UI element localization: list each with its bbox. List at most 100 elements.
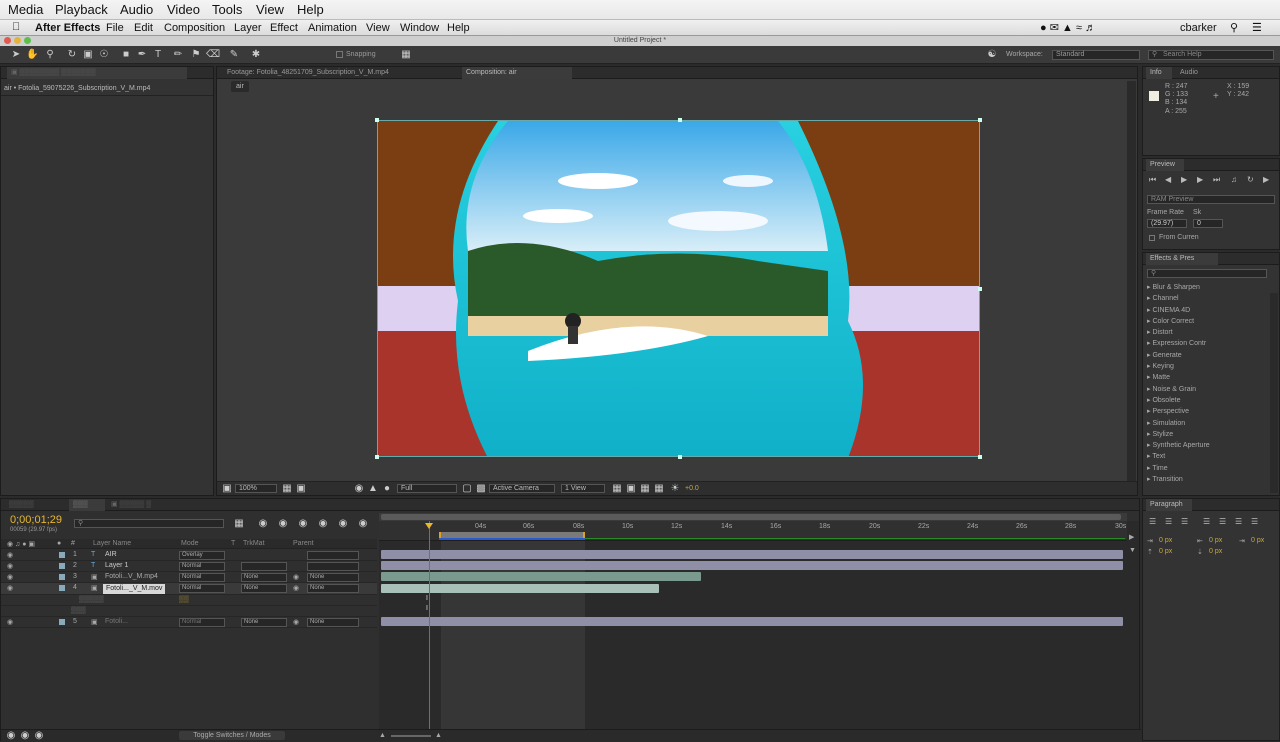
time-navigator[interactable] bbox=[379, 513, 1127, 521]
timeline-options-icon[interactable]: ▶ bbox=[1129, 533, 1134, 541]
camera-tool-icon[interactable]: ▣ bbox=[82, 49, 94, 61]
rotate-tool-icon[interactable]: ↻ bbox=[66, 49, 78, 61]
menu-layer[interactable]: Layer bbox=[234, 22, 262, 34]
maximize-window-button[interactable] bbox=[24, 37, 31, 44]
layer-bar[interactable] bbox=[381, 550, 1123, 559]
first-frame-icon[interactable]: ⏮ bbox=[1149, 175, 1156, 185]
fast-previews-icon[interactable]: ▣ bbox=[625, 483, 637, 495]
viewer-scrollbar[interactable] bbox=[1127, 81, 1136, 481]
justify-right-icon[interactable]: ☰ bbox=[1235, 517, 1242, 526]
comp-mini-flowchart-icon[interactable]: ▦ bbox=[233, 518, 245, 530]
next-frame-icon[interactable]: ▶ bbox=[1197, 175, 1203, 184]
snapshot-icon[interactable]: ◉ bbox=[353, 483, 365, 495]
menu-edit[interactable]: Edit bbox=[134, 22, 153, 34]
last-frame-icon[interactable]: ⏭ bbox=[1213, 175, 1220, 185]
menu-help[interactable]: Help bbox=[447, 22, 470, 34]
mute-audio-icon[interactable]: ♫ bbox=[1231, 175, 1237, 184]
snapping-checkbox[interactable] bbox=[336, 51, 343, 58]
pan-behind-tool-icon[interactable]: ☉ bbox=[98, 49, 110, 61]
pickwhip-icon[interactable]: ◉ bbox=[293, 573, 299, 581]
tab-comp-timeline[interactable]: ▣ ▒▒▒▒▒ ▒ bbox=[107, 499, 157, 511]
pickwhip-icon[interactable]: ◉ bbox=[293, 584, 299, 592]
frame-handle-br[interactable] bbox=[978, 455, 982, 459]
label-color-swatch[interactable] bbox=[59, 585, 65, 591]
visibility-icon[interactable]: ◉ bbox=[7, 562, 13, 570]
label-color-swatch[interactable] bbox=[59, 574, 65, 580]
ram-preview-select[interactable]: RAM Preview bbox=[1147, 195, 1275, 204]
timeline-collapse-icon[interactable]: ▼ bbox=[1129, 547, 1136, 554]
layer-name[interactable]: Fotoli...V_M.mp4 bbox=[105, 573, 158, 580]
effect-category[interactable]: ▸ Synthetic Aperture bbox=[1143, 441, 1273, 452]
tab-footage[interactable]: Footage: Fotolia_48251709_Subscription_V… bbox=[223, 67, 443, 79]
menu-video[interactable]: Video bbox=[167, 2, 200, 17]
eraser-tool-icon[interactable]: ⌫ bbox=[206, 49, 220, 61]
keyframe-marker[interactable]: I bbox=[426, 605, 428, 612]
effect-category[interactable]: ▸ Distort bbox=[1143, 328, 1273, 339]
zoom-slider-track[interactable] bbox=[391, 735, 431, 737]
snapping-options-icon[interactable]: ▦ bbox=[400, 49, 412, 61]
frame-handle-tc[interactable] bbox=[678, 118, 682, 122]
time-navigator-bar[interactable] bbox=[381, 514, 1121, 520]
menu-animation[interactable]: Animation bbox=[308, 22, 357, 34]
layer-mode-select[interactable]: Normal bbox=[179, 584, 225, 593]
frame-rate-select[interactable]: (29.97) bbox=[1147, 219, 1187, 228]
menu-window[interactable]: Window bbox=[400, 22, 439, 34]
tab-info[interactable]: Info bbox=[1146, 67, 1172, 79]
layer-trkmat-select[interactable]: None bbox=[241, 584, 287, 593]
show-snapshot-icon[interactable]: ▲ bbox=[367, 483, 379, 495]
menu-view[interactable]: View bbox=[366, 22, 390, 34]
indent-left-value[interactable]: 0 px bbox=[1159, 537, 1172, 544]
menu-playback[interactable]: Playback bbox=[55, 2, 108, 17]
current-timecode[interactable]: 0;00;01;29 bbox=[10, 514, 62, 526]
safe-margins-icon[interactable]: ▦ bbox=[281, 483, 293, 495]
effects-search-input[interactable]: ⚲ bbox=[1147, 269, 1267, 278]
label-color-swatch[interactable] bbox=[59, 563, 65, 569]
zoom-in-icon[interactable]: ▲ bbox=[435, 732, 442, 739]
layer-mode-select[interactable]: Overlay bbox=[179, 551, 225, 560]
ram-preview-icon[interactable]: ▶ bbox=[1263, 175, 1269, 184]
comp-navigator-tab[interactable]: air bbox=[231, 81, 249, 92]
layer-parent-select[interactable] bbox=[307, 551, 359, 560]
toggle-switches-modes-button[interactable]: Toggle Switches / Modes bbox=[179, 731, 285, 740]
always-preview-icon[interactable]: ▣ bbox=[221, 483, 233, 495]
layer-parent-select[interactable]: None bbox=[307, 618, 359, 627]
motion-blur-icon[interactable]: ◉ bbox=[317, 518, 329, 530]
tab-effects-presets[interactable]: Effects & Pres bbox=[1146, 253, 1218, 265]
effect-category[interactable]: ▸ Expression Contr bbox=[1143, 339, 1273, 350]
selection-tool-icon[interactable]: ➤ bbox=[10, 49, 22, 61]
justify-left-icon[interactable]: ☰ bbox=[1203, 517, 1210, 526]
align-center-icon[interactable]: ☰ bbox=[1165, 517, 1172, 526]
layer-bar[interactable] bbox=[381, 561, 1123, 570]
effects-scrollbar[interactable] bbox=[1270, 293, 1278, 493]
draft-3d-icon[interactable]: ◉ bbox=[257, 518, 269, 530]
shy-layers-icon[interactable]: ◉ bbox=[277, 518, 289, 530]
previous-frame-icon[interactable]: ◀ bbox=[1165, 175, 1171, 184]
exposure-icon[interactable]: ☀ bbox=[669, 483, 681, 495]
rectangle-tool-icon[interactable]: ■ bbox=[120, 49, 132, 61]
views-select[interactable]: 1 View bbox=[561, 484, 605, 493]
layer-name-column[interactable]: Layer Name bbox=[93, 540, 131, 547]
workspace-select[interactable]: Standard bbox=[1052, 50, 1140, 60]
effect-category[interactable]: ▸ Color Correct bbox=[1143, 317, 1273, 328]
time-ruler[interactable]: 04s 06s 08s 10s 12s 14s 16s 18s 20s 22s … bbox=[379, 521, 1127, 541]
layer-row-selected[interactable]: ◉ 4 ▣ Fotoli..._V_M.mov Normal None ◉ No… bbox=[1, 583, 377, 595]
brush-tool-icon[interactable]: ✏ bbox=[172, 49, 184, 61]
tab-audio[interactable]: Audio bbox=[1176, 67, 1206, 79]
keyframe-marker[interactable]: I bbox=[426, 595, 428, 602]
effect-category[interactable]: ▸ Blur & Sharpen bbox=[1143, 283, 1273, 294]
space-after-value[interactable]: 0 px bbox=[1209, 548, 1222, 555]
property-value[interactable]: ▒▒ bbox=[179, 596, 189, 603]
timeline-area[interactable]: 04s 06s 08s 10s 12s 14s 16s 18s 20s 22s … bbox=[379, 513, 1127, 729]
effect-category[interactable]: ▸ Matte bbox=[1143, 373, 1273, 384]
close-window-button[interactable] bbox=[4, 37, 11, 44]
resolution-select[interactable]: Full bbox=[397, 484, 457, 493]
skip-field[interactable]: 0 bbox=[1193, 219, 1223, 228]
layer-property-row[interactable]: ▒▒▒ bbox=[1, 606, 377, 617]
effect-category[interactable]: ▸ Generate bbox=[1143, 351, 1273, 362]
tab-project[interactable]: ▣ ▒▒▒▒▒▒▒▒ ▒▒▒▒▒▒▒ bbox=[7, 67, 187, 79]
layer-mode-select[interactable]: Normal bbox=[179, 618, 225, 627]
frame-handle-bl[interactable] bbox=[375, 455, 379, 459]
menu-after-effects[interactable]: After Effects bbox=[35, 22, 100, 34]
layer-trkmat-select[interactable]: None bbox=[241, 573, 287, 582]
layer-name[interactable]: AIR bbox=[105, 551, 117, 558]
